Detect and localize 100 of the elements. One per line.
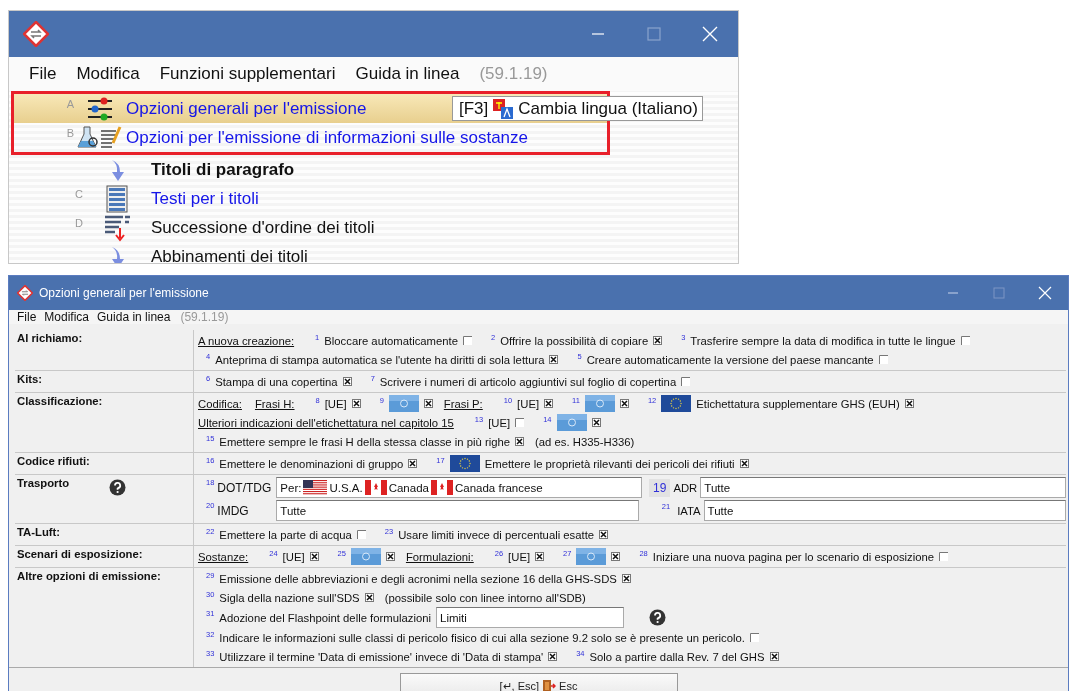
section-label: TA-Luft: <box>17 526 61 538</box>
option-text: Trasferire sempre la data di modifica in tutte le lingue <box>690 334 956 347</box>
input-field[interactable]: Tutte <box>700 477 1066 498</box>
section-label: Codice rifiuti: <box>17 455 90 467</box>
list-item[interactable]: B Opzioni per l'emissione di informazioni sulle sostanze <box>14 123 607 152</box>
option-text: [UE] <box>324 397 347 410</box>
checkbox[interactable] <box>591 418 601 427</box>
option-heading: Formulazioni: <box>405 550 474 563</box>
option-text: (ad es. H335-H336) <box>535 435 635 448</box>
field-label: DOT/TDG <box>217 480 273 495</box>
checkbox[interactable] <box>599 530 609 539</box>
checkbox[interactable] <box>739 459 749 468</box>
input-field[interactable]: Limiti <box>436 607 624 628</box>
checkbox[interactable] <box>619 399 629 408</box>
checkbox[interactable] <box>408 459 418 468</box>
checkbox[interactable] <box>544 399 554 408</box>
checkbox[interactable] <box>515 418 525 427</box>
item-label: Titoli di paragrafo <box>151 159 295 180</box>
menu-item[interactable]: Guida in linea <box>93 310 175 324</box>
option-text: IATA <box>677 504 701 517</box>
option-text: ADR <box>673 481 698 494</box>
option-text: Sigla della nazione sull'SDS <box>219 591 360 604</box>
item-label: Testi per i titoli <box>151 188 259 209</box>
checkbox[interactable] <box>769 652 779 661</box>
option-text: Emettere la parte di acqua <box>219 528 352 541</box>
checkbox[interactable] <box>878 355 888 364</box>
checkbox[interactable] <box>515 437 525 446</box>
flag-icon <box>350 548 381 565</box>
input-field[interactable]: Tutte <box>276 500 639 521</box>
option-text: Stampa di una copertina <box>215 375 338 388</box>
checkbox[interactable] <box>423 399 433 408</box>
door-exit-icon <box>542 679 557 691</box>
section-label: Al richiamo: <box>17 332 83 344</box>
option-text: Iniziare una nuova pagina per lo scenario di esposizione <box>652 550 935 563</box>
menu-item[interactable]: File <box>19 64 67 84</box>
flag-icon <box>661 395 692 412</box>
checkbox[interactable] <box>351 399 361 408</box>
option-text: Indicare le informazioni sulle classi di pericolo fisico di cui alla sezione 9.2 solo se è presente un pericolo. <box>219 631 745 644</box>
checkbox[interactable] <box>939 552 949 561</box>
field-label: IMDG <box>217 503 250 518</box>
section-label: Altre opzioni di emissione: <box>17 570 161 582</box>
item-letter: A <box>65 97 74 110</box>
option-text: Usare limiti invece di percentuali esatte <box>398 528 595 541</box>
escape-button[interactable]: [↵, Esc] Esc <box>399 673 678 691</box>
option-heading: Frasi P: <box>443 397 483 410</box>
checkbox[interactable] <box>463 336 472 345</box>
option-heading: Frasi H: <box>254 397 295 410</box>
app-icon <box>17 285 33 301</box>
item-label: Successione d'ordine dei titoli <box>151 217 375 238</box>
checkbox[interactable] <box>621 574 631 583</box>
section-label: Trasporto <box>17 477 70 489</box>
option-heading: Codifica: <box>198 397 242 410</box>
help-icon[interactable] <box>109 479 127 496</box>
checkbox[interactable] <box>904 399 914 408</box>
list-item[interactable]: Abbinamenti dei titoli <box>11 242 738 263</box>
checkbox[interactable] <box>342 377 352 386</box>
list-item[interactable]: C Testi per i titoli <box>11 184 738 213</box>
app-icon <box>23 21 49 47</box>
checkbox[interactable] <box>960 336 970 345</box>
option-text: Etichettatura supplementare GHS (EUH) <box>696 397 900 410</box>
menu-item[interactable]: Guida in linea <box>345 64 470 84</box>
flag-icon <box>576 548 607 565</box>
sliders-icon <box>86 96 114 121</box>
option-text: Emissione delle abbreviazioni e degli acronimi nella sezione 16 della GHS-SDS <box>219 572 617 585</box>
checkbox[interactable] <box>364 593 374 602</box>
option-text: Creare automaticamente la versione del paese mancante <box>586 353 874 366</box>
menu-item[interactable]: Modifica <box>40 310 94 324</box>
menu-item[interactable]: File <box>13 310 41 324</box>
input-field[interactable]: Per: U.S.A. Canada Canada francese <box>276 477 643 498</box>
country-text: Canada <box>388 481 429 494</box>
checkbox[interactable] <box>681 377 691 386</box>
flag-icon <box>388 395 419 412</box>
shortcut-text: [F3] <box>459 98 489 119</box>
checkbox[interactable] <box>356 530 366 539</box>
list-item[interactable]: Titoli di paragrafo <box>11 155 738 184</box>
option-heading: Ulteriori indicazioni dell'etichettatura nel capitolo 15 <box>198 416 454 429</box>
flask-list-icon <box>76 124 124 151</box>
list-item[interactable]: D Successione d'ordine dei titoli <box>11 213 738 242</box>
flag-icon <box>556 414 587 431</box>
country-text: Per: <box>280 481 302 494</box>
version-label: (59.1.19) <box>478 64 549 84</box>
checkbox[interactable] <box>653 336 663 345</box>
item-label: Opzioni per l'emissione di informazioni sulle sostanze <box>126 127 528 148</box>
flag-icon <box>449 455 480 472</box>
flag-icon <box>430 480 453 495</box>
checkbox[interactable] <box>385 552 395 561</box>
flag-icon <box>364 480 387 495</box>
menu-item[interactable]: Funzioni supplementari <box>149 64 346 84</box>
checkbox[interactable] <box>309 552 319 561</box>
checkbox[interactable] <box>549 355 559 364</box>
checkbox[interactable] <box>548 652 558 661</box>
item-label: Opzioni generali per l'emissione <box>126 98 367 119</box>
help-icon[interactable] <box>649 609 666 626</box>
input-field[interactable]: Tutte <box>703 500 1066 521</box>
option-text: Utilizzare il termine 'Data di emissione' invece di 'Data di stampa' <box>219 650 544 663</box>
menu-item[interactable]: Modifica <box>66 64 150 84</box>
checkbox[interactable] <box>611 552 621 561</box>
checkbox[interactable] <box>535 552 545 561</box>
option-text: [UE] <box>488 416 511 429</box>
checkbox[interactable] <box>749 633 759 642</box>
